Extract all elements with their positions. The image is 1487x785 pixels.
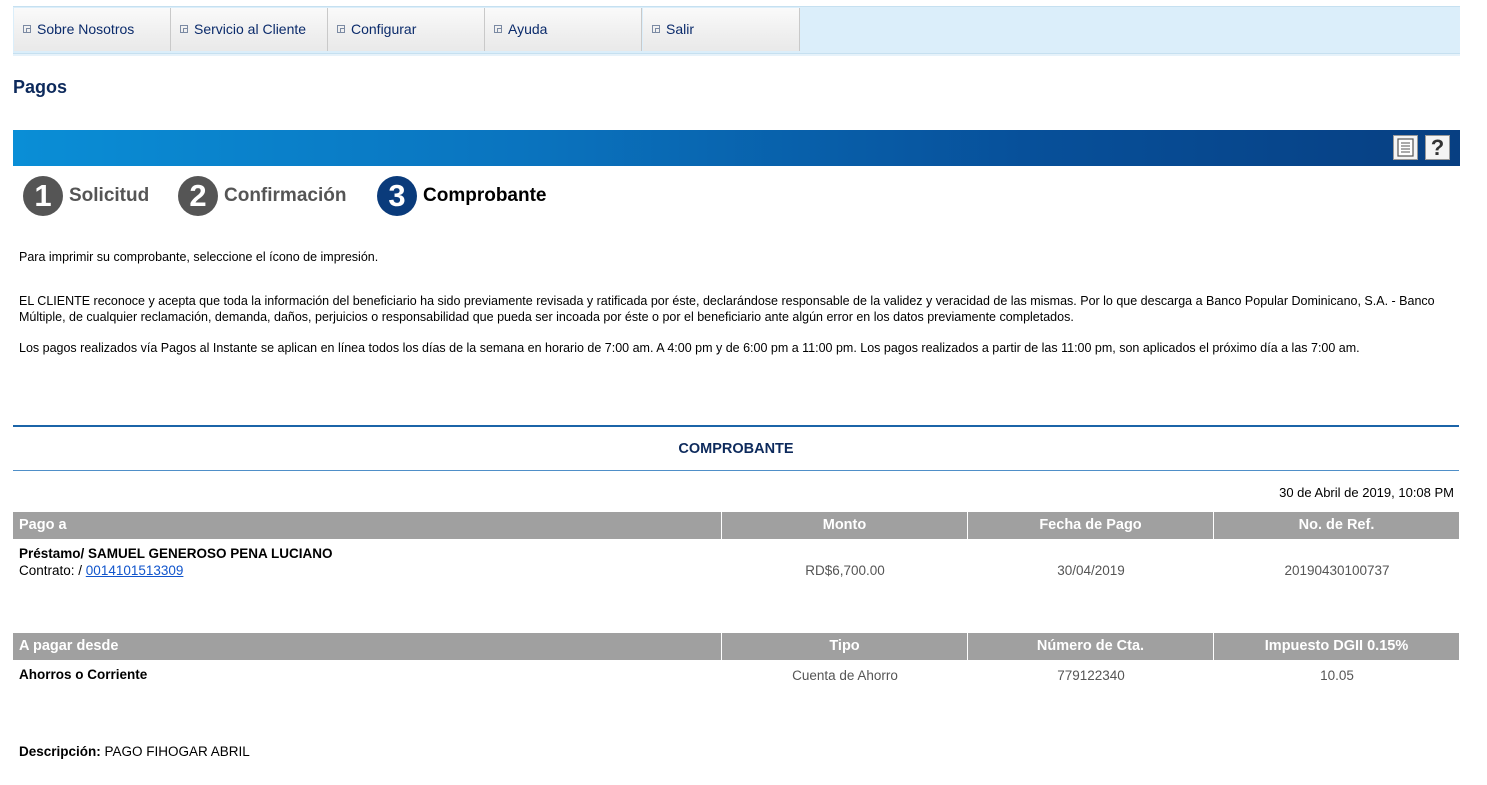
divider <box>13 470 1459 471</box>
description-line: Descripción: PAGO FIHOGAR ABRIL <box>19 744 250 759</box>
page-title: Pagos <box>13 77 68 97</box>
step-confirmacion: 2 Confirmación <box>178 176 346 216</box>
reference-value: 20190430100737 <box>1284 563 1390 578</box>
nav-label: Servicio al Cliente <box>194 21 307 37</box>
disclaimer-text: EL CLIENTE reconoce y acepta que toda la… <box>19 294 1435 324</box>
nav-label: Configurar <box>351 21 417 37</box>
step-label: Confirmación <box>224 185 347 206</box>
nav-label: Sobre Nosotros <box>37 21 135 37</box>
account-number-value: 779122340 <box>1057 668 1125 683</box>
nav-label: Ayuda <box>508 21 548 37</box>
source-table-header: A pagar desde Tipo Número de Cta. Impues… <box>13 633 1459 660</box>
column-header: A pagar desde <box>19 638 119 654</box>
nav-item-configurar[interactable]: Configurar <box>328 8 485 51</box>
column-header: No. de Ref. <box>1213 512 1459 539</box>
contract-label: Contrato: / <box>19 563 86 578</box>
tax-value: 10.05 <box>1320 668 1354 683</box>
amount-value: RD$6,700.00 <box>805 563 885 578</box>
print-instruction: Para imprimir su comprobante, seleccione… <box>19 250 379 264</box>
step-comprobante: 3 Comprobante <box>377 176 547 216</box>
nav-item-ayuda[interactable]: Ayuda <box>485 8 642 51</box>
menu-bullet-icon <box>652 25 660 33</box>
column-header: Tipo <box>721 633 967 660</box>
nav-item-servicio-al-cliente[interactable]: Servicio al Cliente <box>171 8 328 51</box>
print-icon[interactable] <box>1393 135 1418 160</box>
nav-item-sobre-nosotros[interactable]: Sobre Nosotros <box>14 8 171 51</box>
account-type-value: Cuenta de Ahorro <box>792 668 898 683</box>
step-number: 3 <box>377 176 417 216</box>
menu-bullet-icon <box>23 25 31 33</box>
source-account: Ahorros o Corriente <box>19 667 148 682</box>
menu-bullet-icon <box>180 25 188 33</box>
receipt-title: COMPROBANTE <box>678 441 794 457</box>
column-header: Monto <box>721 512 967 539</box>
payee-name: Préstamo/ SAMUEL GENEROSO PENA LUCIANO <box>19 546 333 561</box>
help-icon[interactable]: ? <box>1425 135 1450 160</box>
payment-date-value: 30/04/2019 <box>1057 563 1125 578</box>
step-number: 1 <box>23 176 63 216</box>
nav-item-salir[interactable]: Salir <box>643 8 800 51</box>
step-label: Comprobante <box>423 185 547 206</box>
column-header: Impuesto DGII 0.15% <box>1213 633 1459 660</box>
nav-divider <box>13 54 1460 56</box>
payment-table-header: Pago a Monto Fecha de Pago No. de Ref. <box>13 512 1459 539</box>
column-header: Fecha de Pago <box>967 512 1213 539</box>
section-header-bar: ? <box>13 130 1460 166</box>
divider <box>13 425 1459 427</box>
step-number: 2 <box>178 176 218 216</box>
menu-bullet-icon <box>337 25 345 33</box>
nav-label: Salir <box>666 21 695 37</box>
receipt-datetime: 30 de Abril de 2019, 10:08 PM <box>1279 485 1454 500</box>
menu-bullet-icon <box>494 25 502 33</box>
description-value: PAGO FIHOGAR ABRIL <box>100 744 250 759</box>
schedule-text: Los pagos realizados vía Pagos al Instan… <box>19 341 1360 355</box>
description-label: Descripción: <box>19 744 101 759</box>
column-header: Pago a <box>19 517 67 533</box>
step-solicitud: 1 Solicitud <box>23 176 149 216</box>
column-header: Número de Cta. <box>967 633 1213 660</box>
contract-number-link[interactable]: 0014101513309 <box>86 563 184 578</box>
contract-line: Contrato: / 0014101513309 <box>19 563 183 578</box>
step-label: Solicitud <box>69 185 150 206</box>
top-navigation: Sobre Nosotros Servicio al Cliente Confi… <box>13 6 1460 56</box>
